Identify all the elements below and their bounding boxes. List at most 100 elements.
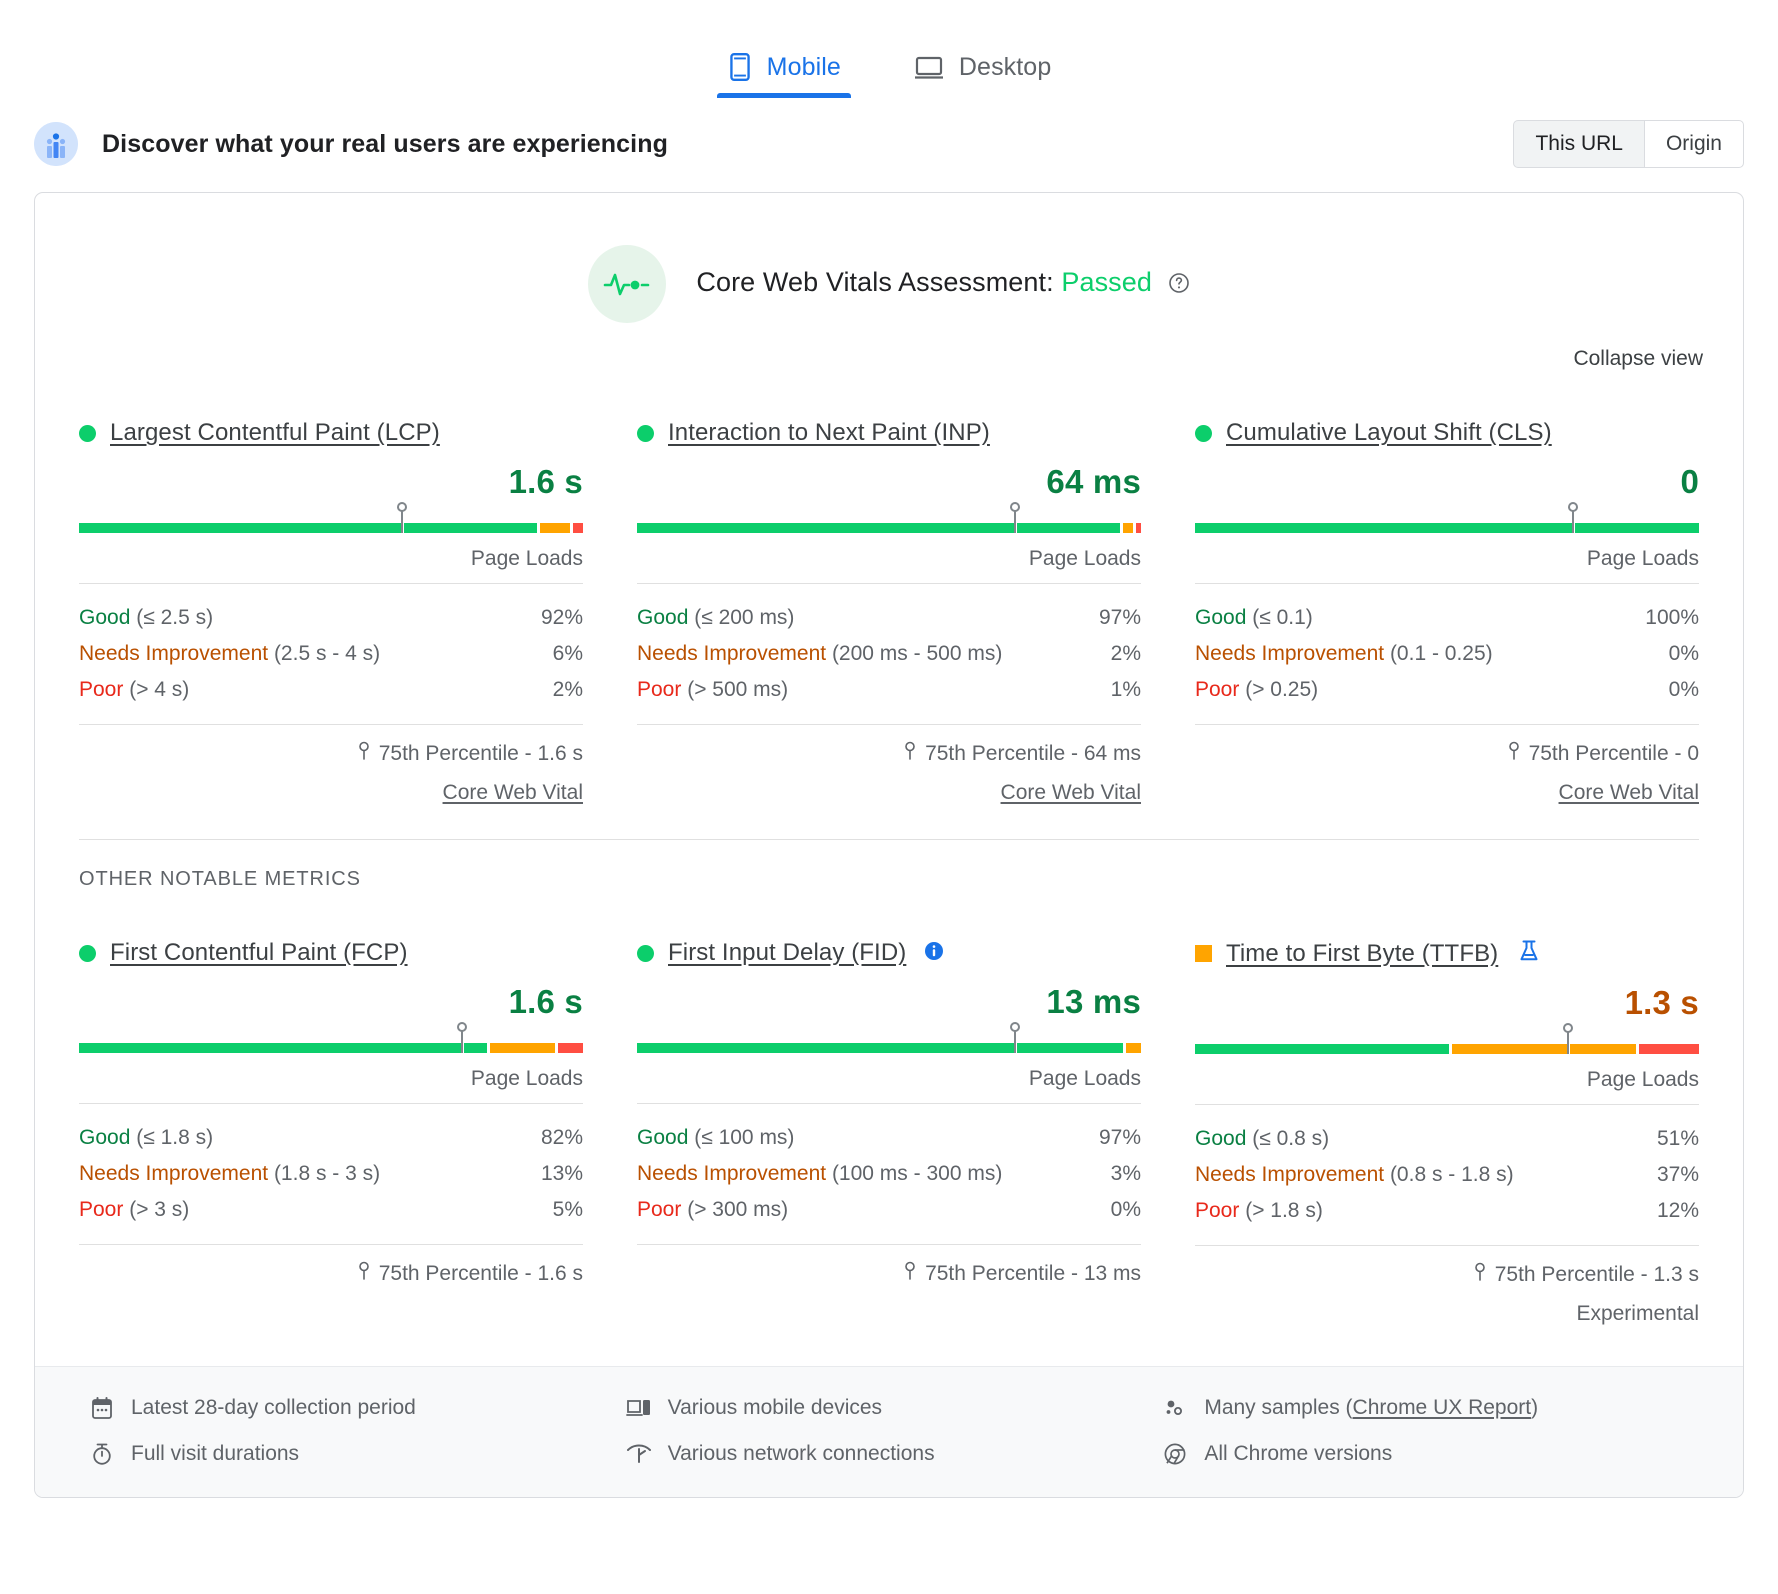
bucket-name: Needs Improvement (79, 1162, 268, 1185)
chrome-icon (1162, 1441, 1188, 1467)
bucket-percent: 97% (1099, 606, 1141, 630)
bar-segment-needs-improvement (1452, 1044, 1636, 1054)
footer-column-1: Latest 28-day collection period Full vis… (89, 1395, 616, 1467)
percentile-pin-icon (903, 741, 917, 767)
info-icon[interactable] (924, 941, 944, 966)
metric-value: 13 ms (637, 983, 1141, 1021)
distribution-bar (637, 1027, 1141, 1057)
discover-header: Discover what your real users are experi… (0, 98, 1778, 192)
help-circle-icon[interactable] (1168, 270, 1190, 300)
distribution-table: Good (≤ 2.5 s)92%Needs Improvement (2.5 … (79, 583, 583, 708)
metric-value: 0 (1195, 463, 1699, 501)
pulse-icon (588, 245, 666, 323)
core-web-vital-link[interactable]: Core Web Vital (1195, 781, 1699, 805)
bucket-range: (≤ 1.8 s) (136, 1126, 213, 1149)
metric-name-link[interactable]: Largest Contentful Paint (LCP) (110, 419, 440, 447)
bucket-name: Poor (79, 1198, 123, 1221)
bucket-range: (2.5 s - 4 s) (274, 642, 380, 665)
distribution-label: Needs Improvement (2.5 s - 4 s) (79, 642, 380, 666)
distribution-row: Needs Improvement (100 ms - 300 ms)3% (637, 1156, 1141, 1192)
distribution-row: Poor (> 4 s)2% (79, 672, 583, 708)
bucket-name: Needs Improvement (1195, 1163, 1384, 1186)
distribution-label: Needs Improvement (1.8 s - 3 s) (79, 1162, 380, 1186)
bucket-range: (1.8 s - 3 s) (274, 1162, 380, 1185)
status-dot-good (1195, 425, 1212, 442)
status-dot-good (79, 945, 96, 962)
distribution-label: Poor (> 4 s) (79, 678, 189, 702)
metric-name-link[interactable]: Interaction to Next Paint (INP) (668, 419, 990, 447)
bucket-range: (≤ 0.8 s) (1252, 1127, 1329, 1150)
tab-mobile[interactable]: Mobile (717, 52, 851, 98)
metric-name-link[interactable]: Time to First Byte (TTFB) (1226, 940, 1498, 968)
metric-name-link[interactable]: First Contentful Paint (FCP) (110, 939, 408, 967)
footer-item-label: Various network connections (668, 1442, 935, 1466)
metric-value: 1.6 s (79, 463, 583, 501)
metric-footer: 75th Percentile - 0Core Web Vital (1195, 724, 1699, 805)
scope-toggle: This URL Origin (1513, 120, 1744, 168)
percentile-row: 75th Percentile - 1.6 s (79, 1261, 583, 1287)
bar-segment-needs-improvement (540, 523, 570, 533)
bucket-name: Poor (637, 678, 681, 701)
percentile-pin-icon (1473, 1262, 1487, 1288)
core-web-vital-link[interactable]: Core Web Vital (637, 781, 1141, 805)
tab-desktop[interactable]: Desktop (903, 53, 1061, 98)
bucket-range: (100 ms - 300 ms) (832, 1162, 1002, 1185)
bucket-percent: 2% (1111, 642, 1141, 666)
distribution-label: Good (≤ 200 ms) (637, 606, 794, 630)
distribution-label: Poor (> 0.25) (1195, 678, 1318, 702)
metric-header: Cumulative Layout Shift (CLS) (1195, 419, 1699, 447)
distribution-bar (79, 1027, 583, 1057)
bucket-name: Needs Improvement (1195, 642, 1384, 665)
bucket-range: (≤ 200 ms) (694, 606, 794, 629)
distribution-row: Needs Improvement (2.5 s - 4 s) 6% (79, 636, 583, 672)
tab-desktop-label: Desktop (959, 53, 1051, 82)
bucket-range: (> 3 s) (129, 1198, 189, 1221)
bar-segment-good (637, 523, 1120, 533)
distribution-row: Needs Improvement (0.1 - 0.25) 0% (1195, 636, 1699, 672)
bucket-percent: 0% (1669, 642, 1699, 666)
distribution-label: Good (≤ 1.8 s) (79, 1126, 213, 1150)
metric-name-link[interactable]: Cumulative Layout Shift (CLS) (1226, 419, 1552, 447)
metric-footer: 75th Percentile - 64 msCore Web Vital (637, 724, 1141, 805)
bucket-percent: 3% (1111, 1162, 1141, 1186)
tab-active-underline (717, 93, 851, 98)
footer-item-label: Latest 28-day collection period (131, 1396, 416, 1420)
core-web-vital-link[interactable]: Core Web Vital (79, 781, 583, 805)
bucket-percent: 13% (541, 1162, 583, 1186)
bucket-percent: 51% (1657, 1127, 1699, 1151)
bucket-percent: 100% (1645, 606, 1699, 630)
metric-card: First Contentful Paint (FCP)1.6 sPage Lo… (79, 925, 583, 1326)
scope-this-url-button[interactable]: This URL (1513, 120, 1644, 168)
collapse-view-button[interactable]: Collapse view (1573, 347, 1703, 370)
distribution-label: Poor (> 3 s) (79, 1198, 189, 1222)
distribution-row: Poor (> 3 s)5% (79, 1192, 583, 1228)
flask-icon[interactable] (1518, 939, 1540, 968)
footer-item-network: Various network connections (626, 1441, 1153, 1467)
bucket-name: Poor (637, 1198, 681, 1221)
metric-card: Interaction to Next Paint (INP)64 msPage… (637, 405, 1141, 805)
page-loads-label: Page Loads (79, 537, 583, 583)
percentile-marker (1572, 510, 1574, 533)
scope-origin-button[interactable]: Origin (1644, 120, 1744, 168)
bucket-range: (0.1 - 0.25) (1390, 642, 1493, 665)
bar-segment-good (1195, 1044, 1449, 1054)
bucket-name: Good (637, 1126, 688, 1149)
bucket-name: Needs Improvement (637, 642, 826, 665)
network-icon (626, 1441, 652, 1467)
desktop-icon (913, 54, 945, 82)
footer-item-samples: Many samples (Chrome UX Report) (1162, 1395, 1689, 1421)
bucket-percent: 12% (1657, 1199, 1699, 1223)
bucket-percent: 6% (553, 642, 583, 666)
bucket-percent: 92% (541, 606, 583, 630)
assessment-status: Passed (1061, 267, 1152, 297)
bucket-name: Good (79, 1126, 130, 1149)
distribution-label: Needs Improvement (0.1 - 0.25) (1195, 642, 1493, 666)
distribution-label: Good (≤ 0.1) (1195, 606, 1313, 630)
percentile-label: 75th Percentile - 13 ms (925, 1262, 1141, 1286)
stopwatch-icon (89, 1441, 115, 1467)
card-footer: Latest 28-day collection period Full vis… (35, 1366, 1743, 1497)
chrome-ux-report-link[interactable]: Chrome UX Report (1353, 1396, 1532, 1419)
page-loads-label: Page Loads (637, 1057, 1141, 1103)
metric-name-link[interactable]: First Input Delay (FID) (668, 939, 906, 967)
bar-segment-good (79, 523, 537, 533)
